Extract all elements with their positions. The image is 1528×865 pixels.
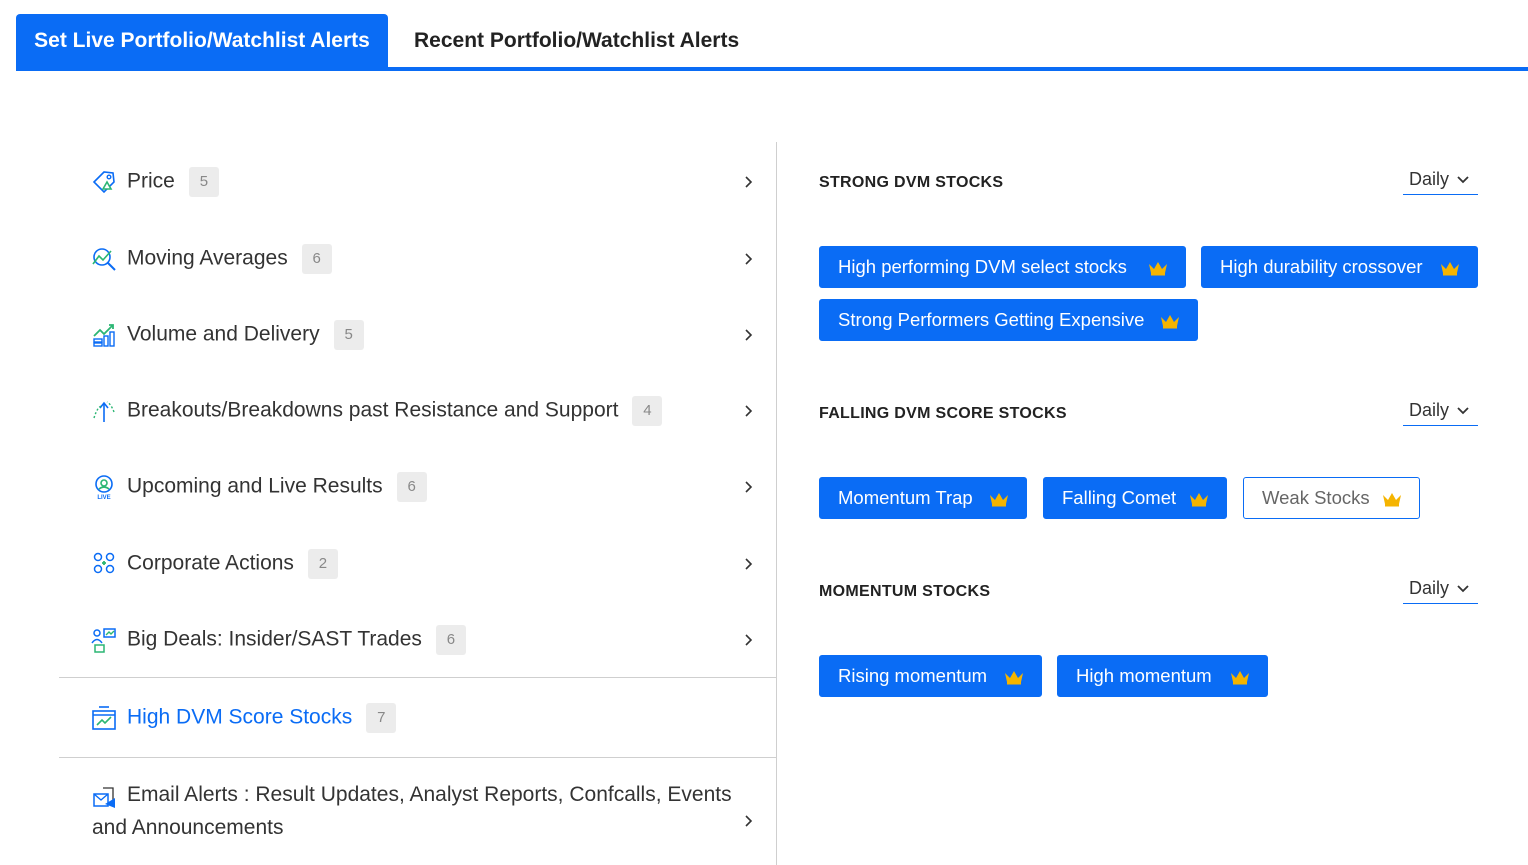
pill-label: Momentum Trap [838,487,973,508]
pill-high-durability-crossover[interactable]: High durability crossover [1201,246,1478,288]
menu-divider [59,757,777,758]
pill-momentum-trap[interactable]: Momentum Trap [819,477,1027,519]
alert-tabs: Set Live Portfolio/Watchlist Alerts Rece… [16,14,1528,71]
chevron-right-icon [745,253,753,265]
pill-strong-performers-expensive[interactable]: Strong Performers Getting Expensive [819,299,1198,341]
pill-weak-stocks[interactable]: Weak Stocks [1243,477,1420,519]
pill-falling-comet[interactable]: Falling Comet [1043,477,1227,519]
count-badge: 5 [188,167,219,197]
count-badge: 7 [366,703,397,733]
dvm-chart-icon [92,706,116,730]
menu-item-breakouts[interactable]: Breakouts/Breakdowns past Resistance and… [59,394,777,428]
crown-icon [1383,493,1401,507]
count-badge: 2 [307,549,338,579]
frequency-value: Daily [1409,578,1450,598]
price-tag-icon [92,171,115,194]
menu-item-label: Email Alerts : Result Updates, Analyst R… [92,783,732,839]
crown-icon [1190,493,1208,507]
count-badge: 5 [333,320,364,350]
section-title-strong-dvm: STRONG DVM STOCKS [819,174,1004,191]
menu-item-label: Volume and Delivery [127,322,320,346]
menu-item-big-deals[interactable]: Big Deals: Insider/SAST Trades 6 [59,623,777,657]
frequency-value: Daily [1409,400,1450,420]
menu-item-high-dvm[interactable]: High DVM Score Stocks 7 [59,701,777,735]
frequency-dropdown[interactable]: Daily [1403,169,1478,195]
chevron-down-icon [1457,585,1469,593]
menu-item-moving-averages[interactable]: Moving Averages 6 [59,242,777,276]
pill-label: High durability crossover [1220,256,1423,277]
crown-icon [990,493,1008,507]
breakout-arrows-icon [93,401,115,422]
count-badge: 4 [632,396,663,426]
menu-item-corporate-actions[interactable]: Corporate Actions 2 [59,547,777,581]
volume-chart-icon [93,324,115,347]
menu-item-label: Upcoming and Live Results [127,474,383,498]
chevron-right-icon [745,405,753,417]
menu-item-label: Big Deals: Insider/SAST Trades [127,627,422,651]
tab-set-live-alerts[interactable]: Set Live Portfolio/Watchlist Alerts [16,14,388,67]
menu-item-upcoming-results[interactable]: LIVE Upcoming and Live Results 6 [59,470,777,504]
pill-label: Strong Performers Getting Expensive [838,309,1145,330]
menu-item-label: High DVM Score Stocks [127,705,353,729]
section-title-momentum: MOMENTUM STOCKS [819,583,991,600]
pill-high-performing-dvm[interactable]: High performing DVM select stocks [819,246,1186,288]
chevron-right-icon [745,558,753,570]
chevron-right-icon [745,176,753,188]
chevron-right-icon [745,329,753,341]
count-badge: 6 [396,472,427,502]
menu-item-label: Breakouts/Breakdowns past Resistance and… [127,398,619,422]
pill-label: Falling Comet [1062,487,1177,508]
crown-icon [1441,262,1459,276]
pill-rising-momentum[interactable]: Rising momentum [819,655,1042,697]
pill-label: Weak Stocks [1262,487,1370,508]
menu-item-volume-delivery[interactable]: Volume and Delivery 5 [59,318,777,352]
corporate-actions-icon [93,552,115,574]
svg-text:LIVE: LIVE [97,495,110,500]
frequency-value: Daily [1409,169,1450,189]
pill-label: High performing DVM select stocks [838,256,1127,277]
menu-item-label: Corporate Actions [127,551,294,575]
section-title-falling-dvm: FALLING DVM SCORE STOCKS [819,405,1067,422]
count-badge: 6 [435,625,466,655]
tab-recent-alerts[interactable]: Recent Portfolio/Watchlist Alerts [414,14,739,67]
chevron-right-icon [745,815,753,827]
chevron-down-icon [1457,407,1469,415]
menu-item-price[interactable]: Price 5 [59,165,777,199]
chevron-right-icon [745,634,753,646]
chevron-down-icon [1457,176,1469,184]
count-badge: 6 [301,244,332,274]
menu-item-label: Price [127,169,175,193]
crown-icon [1231,671,1249,685]
moving-average-icon [92,248,116,271]
menu-item-email-alerts[interactable]: Email Alerts : Result Updates, Analyst R… [92,778,752,844]
pill-label: Rising momentum [838,665,988,686]
menu-divider [59,677,777,678]
live-results-icon: LIVE [95,475,113,500]
frequency-dropdown[interactable]: Daily [1403,578,1478,604]
crown-icon [1161,315,1179,329]
menu-item-label: Moving Averages [127,246,288,270]
crown-icon [1005,671,1023,685]
pill-high-momentum[interactable]: High momentum [1057,655,1268,697]
pill-label: High momentum [1076,665,1212,686]
big-deals-icon [91,628,116,653]
chevron-right-icon [745,481,753,493]
crown-icon [1149,262,1167,276]
frequency-dropdown[interactable]: Daily [1403,400,1478,426]
